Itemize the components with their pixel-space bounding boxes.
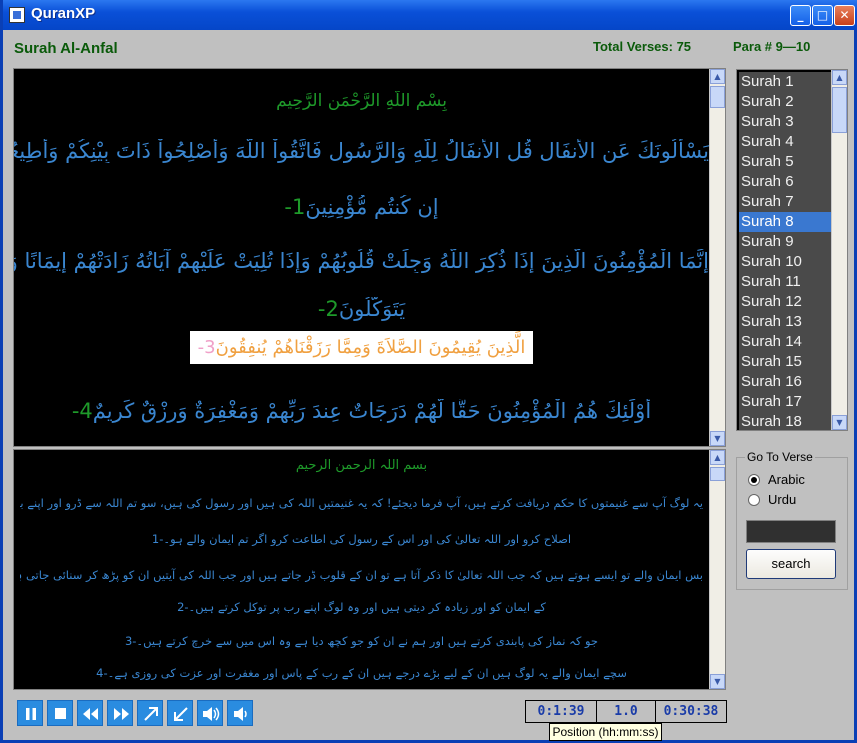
volume-down-button[interactable] — [227, 700, 253, 726]
surah-list-item[interactable]: Surah 2 — [739, 92, 831, 112]
surah-list-item[interactable]: Surah 17 — [739, 392, 831, 412]
maximize-icon: □ — [816, 8, 829, 22]
urdu-scrollbar[interactable]: ▲ ▼ — [709, 450, 725, 689]
surah-list-scrollbar[interactable]: ▲ ▼ — [831, 70, 847, 430]
verse-text: إِن كُنتُم مُّؤْمِنِينَ — [305, 195, 439, 219]
expand-button[interactable] — [137, 700, 163, 726]
verse-text: إِنَّمَا الْمُؤْمِنُونَ الَّذِينَ إِذَا … — [14, 249, 709, 273]
total-verses-label: Total Verses: 75 — [593, 39, 692, 54]
scroll-thumb[interactable] — [710, 467, 725, 481]
arabic-verse-2-end: يَتَوَكَّلُونَ2- — [14, 297, 709, 321]
verse-text: يَتَوَكَّلُونَ — [338, 297, 406, 321]
rewind-icon — [83, 708, 98, 720]
pause-button[interactable] — [17, 700, 43, 726]
position-display: 0:1:39 — [525, 700, 597, 723]
arabic-verse-4: أُوْلَئِكَ هُمُ الْمُؤْمِنُونَ حَقًّا لَ… — [14, 399, 709, 423]
stop-icon — [55, 708, 66, 719]
verse-number: 3- — [197, 337, 216, 358]
surah-list-item[interactable]: Surah 11 — [739, 272, 831, 292]
window-title: QuranXP — [31, 5, 96, 22]
urdu-radio[interactable] — [748, 494, 760, 506]
urdu-line-6: سچے ایمان والے یہ لوگ ہیں ان کے لیے بڑے … — [96, 666, 627, 680]
surah-list-item[interactable]: Surah 3 — [739, 112, 831, 132]
urdu-line-2: اصلاح کرو اور اللہ تعالیٰ کی اور اس کے ر… — [151, 532, 572, 546]
surah-list-item[interactable]: Surah 13 — [739, 312, 831, 332]
main-window: QuranXP _ □ ✕ Surah Al-Anfal Total Verse… — [0, 0, 857, 743]
pause-icon — [26, 708, 36, 720]
surah-list-item[interactable]: Surah 15 — [739, 352, 831, 372]
arabic-radio-label[interactable]: Arabic — [768, 472, 805, 487]
verse-number-input[interactable] — [746, 520, 836, 543]
minimize-icon: _ — [797, 8, 804, 22]
surah-list-item[interactable]: Surah 14 — [739, 332, 831, 352]
verse-number: 2- — [317, 297, 339, 321]
urdu-line-1: یہ لوگ آپ سے غنیمتوں کا حکم دریافت کرتے … — [20, 496, 703, 510]
scroll-up-icon[interactable]: ▲ — [710, 69, 725, 84]
surah-list-item[interactable]: Surah 12 — [739, 292, 831, 312]
fast-forward-button[interactable] — [107, 700, 133, 726]
surah-list-item[interactable]: Surah 4 — [739, 132, 831, 152]
expand-icon — [144, 707, 158, 721]
arabic-verse-2: إِنَّمَا الْمُؤْمِنُونَ الَّذِينَ إِذَا … — [14, 249, 709, 273]
scroll-up-icon[interactable]: ▲ — [710, 450, 725, 465]
verse-text: يَسْأَلُونَكَ عَنِ الأَنفَالِ قُلِ الأَن… — [14, 139, 709, 163]
search-button[interactable]: search — [746, 549, 836, 579]
title-bar[interactable]: QuranXP _ □ ✕ — [3, 0, 857, 30]
scroll-thumb[interactable] — [832, 87, 847, 133]
surah-list-item[interactable]: Surah 16 — [739, 372, 831, 392]
surah-list-item[interactable]: Surah 9 — [739, 232, 831, 252]
para-label: Para # 9—10 — [733, 39, 811, 54]
minimize-button[interactable]: _ — [790, 5, 811, 26]
arabic-text-pane[interactable]: بِسْمِ اللّهِ الرَّحْمَنِ الرَّحِيمِ يَس… — [13, 68, 726, 447]
arabic-scrollbar[interactable]: ▲ ▼ — [709, 69, 725, 446]
collapse-button[interactable] — [167, 700, 193, 726]
urdu-line-3: بس ایمان والے تو ایسے ہوتے ہیں کہ جب الل… — [20, 568, 703, 582]
go-to-verse-group: Go To Verse Arabic Urdu search — [736, 450, 848, 590]
rate-display: 1.0 — [596, 700, 656, 723]
arabic-radio[interactable] — [748, 474, 760, 486]
surah-list-item[interactable]: Surah 18 — [739, 412, 831, 430]
verse-number: 1- — [284, 195, 306, 219]
verse-number: 4- — [71, 399, 93, 423]
urdu-translation-pane[interactable]: بسم اللہ الرحمن الرحیم یہ لوگ آپ سے غنیم… — [13, 449, 726, 690]
maximize-button[interactable]: □ — [812, 5, 833, 26]
scroll-down-icon[interactable]: ▼ — [832, 415, 847, 430]
arabic-basmala: بِسْمِ اللّهِ الرَّحْمَنِ الرَّحِيمِ — [276, 91, 447, 111]
urdu-line-4: کے ایمان کو اور زیادہ کر دیتی ہیں اور وہ… — [177, 600, 546, 614]
surah-list-item[interactable]: Surah 1 — [739, 72, 831, 92]
app-icon[interactable] — [9, 7, 25, 23]
arabic-verse-1-end: إِن كُنتُم مُّؤْمِنِينَ1- — [14, 195, 709, 219]
rewind-button[interactable] — [77, 700, 103, 726]
volume-up-button[interactable] — [197, 700, 223, 726]
fast-forward-icon — [114, 708, 129, 720]
scroll-up-icon[interactable]: ▲ — [832, 70, 847, 85]
urdu-basmala: بسم اللہ الرحمن الرحیم — [295, 458, 428, 473]
duration-display: 0:30:38 — [655, 700, 727, 723]
arabic-verse-3-highlighted[interactable]: الَّذِينَ يُقِيمُونَ الصَّلاَةَ وَمِمَّا… — [14, 331, 709, 364]
surah-list-item[interactable]: Surah 5 — [739, 152, 831, 172]
current-verse-highlight: الَّذِينَ يُقِيمُونَ الصَّلاَةَ وَمِمَّا… — [189, 331, 534, 364]
surah-list-item[interactable]: Surah 8 — [739, 212, 831, 232]
stop-button[interactable] — [47, 700, 73, 726]
surah-list-item[interactable]: Surah 6 — [739, 172, 831, 192]
surah-list[interactable]: Surah 1 Surah 2 Surah 3 Surah 4 Surah 5 Surah… — [736, 69, 848, 431]
volume-up-icon — [203, 707, 220, 721]
scroll-thumb[interactable] — [710, 86, 725, 108]
verse-text: أُوْلَئِكَ هُمُ الْمُؤْمِنُونَ حَقًّا لَ… — [92, 399, 652, 423]
urdu-line-5: جو کہ نماز کی پابندی کرتے ہیں اور ہم نے … — [124, 634, 599, 648]
arabic-verse-1: يَسْأَلُونَكَ عَنِ الأَنفَالِ قُلِ الأَن… — [14, 139, 709, 163]
collapse-icon — [174, 707, 188, 721]
surah-list-item[interactable]: Surah 10 — [739, 252, 831, 272]
verse-text: الَّذِينَ يُقِيمُونَ الصَّلاَةَ وَمِمَّا… — [215, 337, 526, 358]
close-button[interactable]: ✕ — [834, 5, 855, 26]
surah-title: Surah Al-Anfal — [14, 40, 118, 57]
scroll-down-icon[interactable]: ▼ — [710, 431, 725, 446]
volume-down-icon — [234, 707, 247, 721]
group-caption: Go To Verse — [745, 450, 815, 464]
close-icon: ✕ — [839, 8, 850, 22]
urdu-radio-label[interactable]: Urdu — [768, 492, 796, 507]
surah-list-item[interactable]: Surah 7 — [739, 192, 831, 212]
scroll-down-icon[interactable]: ▼ — [710, 674, 725, 689]
position-tooltip: Position (hh:mm:ss) — [549, 723, 662, 741]
